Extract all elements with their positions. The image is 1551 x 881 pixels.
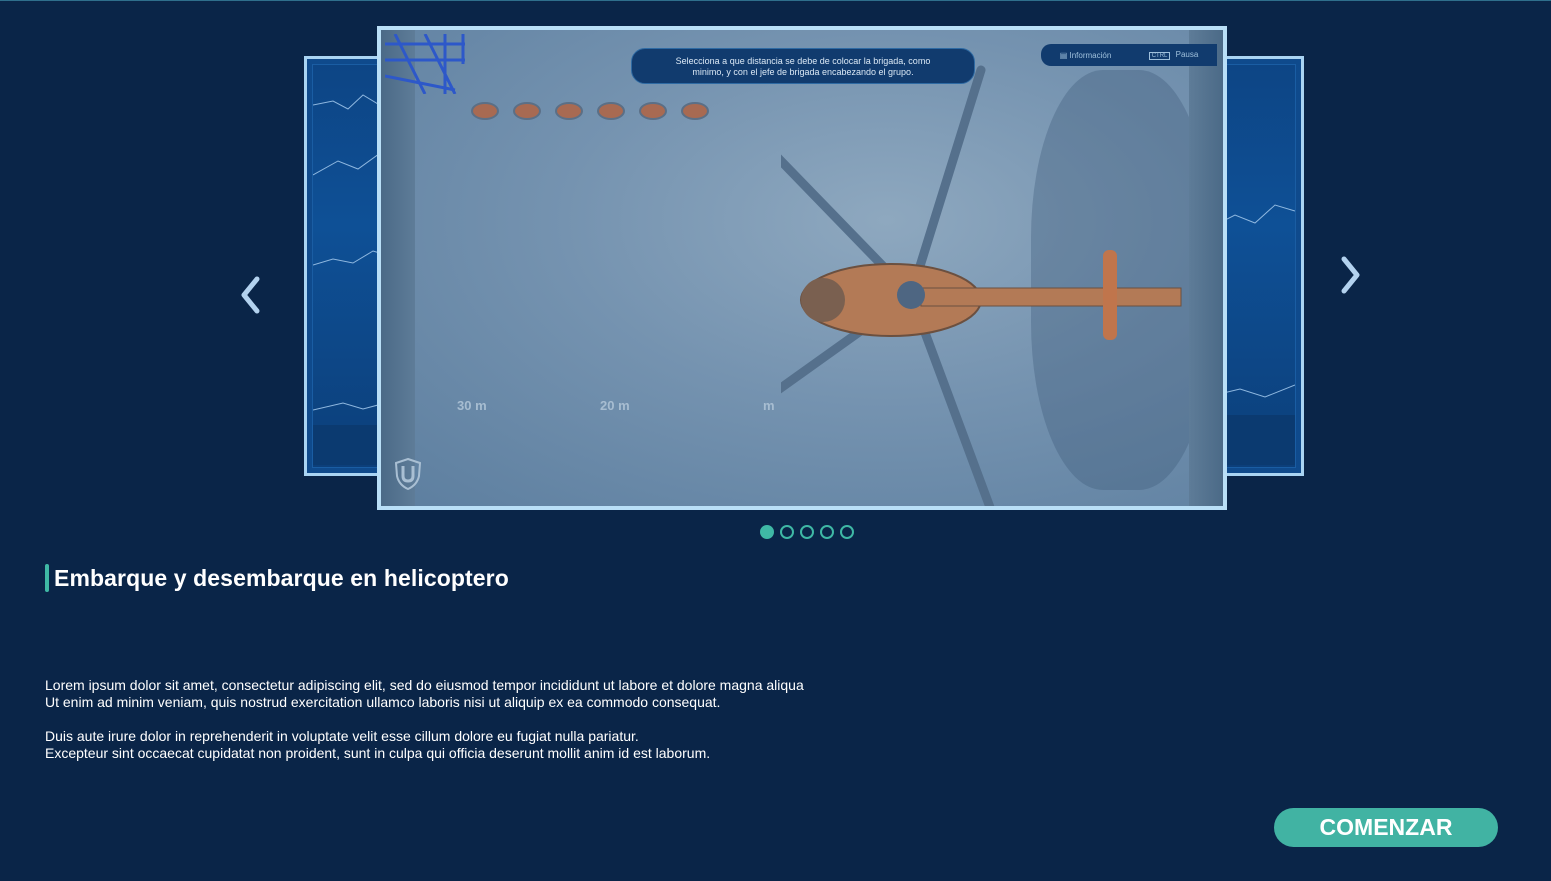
chevron-left-icon[interactable] — [237, 275, 267, 315]
description-line: Lorem ipsum dolor sit amet, consectetur … — [45, 677, 804, 693]
carousel-main-slide[interactable]: Selecciona a que distancia se debe de co… — [377, 26, 1227, 510]
description-line: Excepteur sint occaecat cupidatat non pr… — [45, 745, 711, 761]
pagination-dot-2[interactable] — [780, 525, 794, 539]
description: Lorem ipsum dolor sit amet, consectetur … — [45, 677, 945, 762]
pagination-dot-3[interactable] — [800, 525, 814, 539]
chevron-right-icon[interactable] — [1336, 255, 1366, 295]
pagination-dot-4[interactable] — [820, 525, 834, 539]
brigade-member[interactable] — [639, 102, 667, 120]
slide-left-wall — [381, 30, 415, 506]
brigade-member[interactable] — [471, 102, 499, 120]
distance-label-30[interactable]: 30 m — [457, 398, 487, 413]
title-block: Embarque y desembarque en helicoptero — [45, 564, 509, 592]
brigade-member[interactable] — [681, 102, 709, 120]
carousel-pagination — [760, 525, 854, 539]
tower-structure — [385, 34, 465, 94]
top-divider — [0, 0, 1551, 1]
start-button[interactable]: COMENZAR — [1274, 808, 1498, 847]
pagination-dot-5[interactable] — [840, 525, 854, 539]
brigade-member[interactable] — [555, 102, 583, 120]
shield-icon — [395, 458, 421, 490]
distance-label-20[interactable]: 20 m — [600, 398, 630, 413]
description-line: Ut enim ad minim veniam, quis nostrud ex… — [45, 694, 721, 710]
distance-label-10[interactable]: m — [763, 398, 775, 413]
title-accent-bar — [45, 564, 49, 592]
pagination-dot-1[interactable] — [760, 525, 774, 539]
brigade-group — [471, 102, 709, 120]
helicopter — [781, 65, 1182, 506]
page-title: Embarque y desembarque en helicoptero — [54, 564, 509, 591]
brigade-member[interactable] — [597, 102, 625, 120]
brigade-member[interactable] — [513, 102, 541, 120]
description-line: Duis aute irure dolor in reprehenderit i… — [45, 728, 639, 744]
